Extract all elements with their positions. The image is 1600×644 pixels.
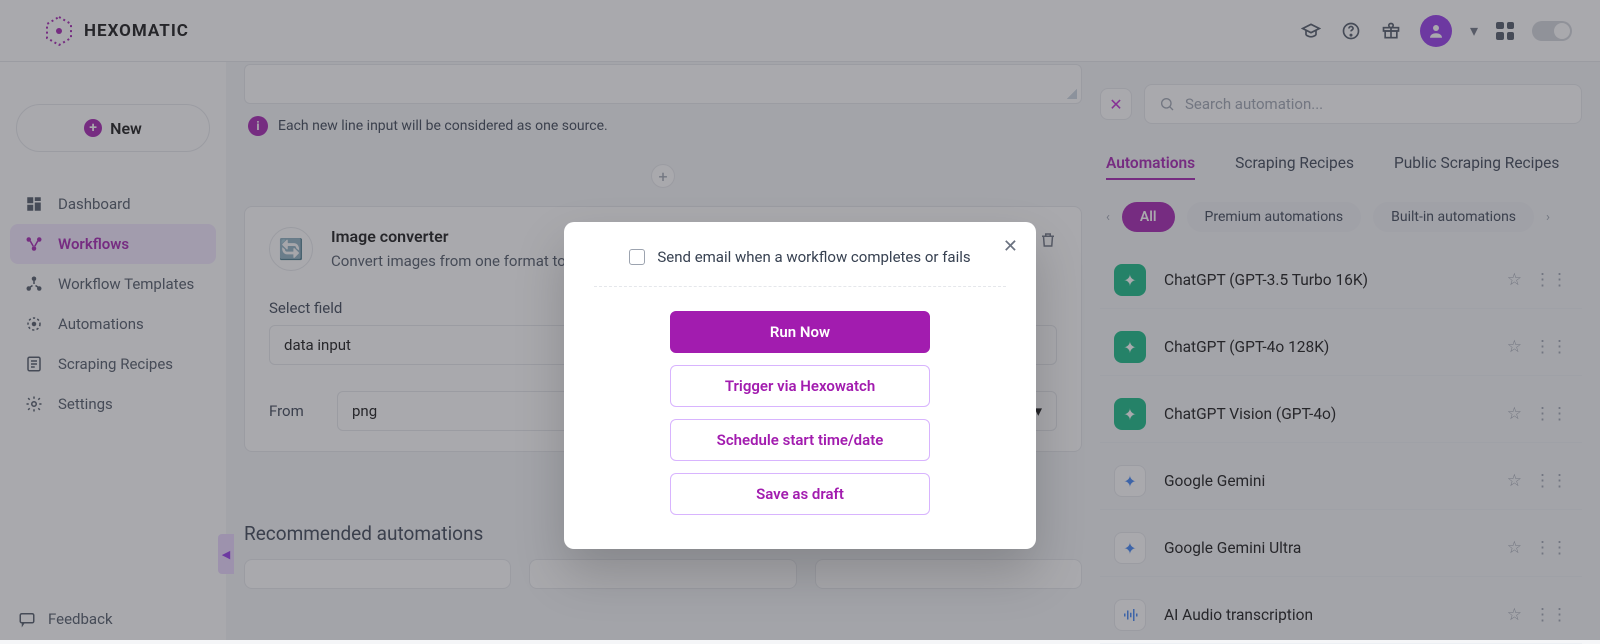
divider	[594, 286, 1006, 287]
schedule-button[interactable]: Schedule start time/date	[670, 419, 930, 461]
save-draft-button[interactable]: Save as draft	[670, 473, 930, 515]
trigger-hexowatch-button[interactable]: Trigger via Hexowatch	[670, 365, 930, 407]
run-now-button[interactable]: Run Now	[670, 311, 930, 353]
run-modal: ✕ Send email when a workflow completes o…	[564, 222, 1036, 549]
close-icon[interactable]: ✕	[1003, 236, 1018, 257]
checkbox[interactable]	[629, 249, 645, 265]
checkbox-label: Send email when a workflow completes or …	[657, 248, 970, 266]
email-checkbox-row[interactable]: Send email when a workflow completes or …	[594, 248, 1006, 266]
modal-overlay[interactable]: ✕ Send email when a workflow completes o…	[0, 0, 1600, 640]
